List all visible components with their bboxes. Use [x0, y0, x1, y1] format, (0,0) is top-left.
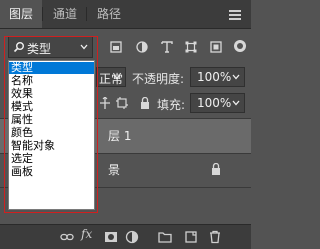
tab-channels[interactable]: 通道	[44, 0, 86, 28]
shape-layer-filter-icon[interactable]	[185, 41, 197, 53]
dropdown-option-selected[interactable]: 选定	[9, 153, 94, 165]
type-layer-filter-icon[interactable]	[161, 41, 173, 53]
smart-object-filter-icon[interactable]	[210, 41, 222, 53]
adjustment-layer-icon[interactable]	[125, 230, 139, 244]
filter-type-dropdown-list: 类型 名称 效果 模式 属性 颜色 智能对象 选定 画板	[8, 60, 95, 210]
dropdown-option-type[interactable]: 类型	[9, 62, 94, 74]
pixel-layer-filter-icon[interactable]	[110, 41, 122, 53]
layers-panel: 图层 通道 路径 类型 正常 不透明度: 100% 填充: 100% 层 1 景…	[0, 0, 251, 249]
tab-divider	[42, 7, 43, 21]
dropdown-option-mode[interactable]: 模式	[9, 101, 94, 113]
new-group-icon[interactable]	[158, 230, 172, 244]
filter-toggle-icon[interactable]	[233, 39, 247, 53]
blend-mode-select[interactable]: 正常	[96, 67, 126, 87]
lock-icon	[212, 163, 220, 175]
link-layers-icon[interactable]	[60, 230, 74, 244]
layer-name[interactable]: 景	[108, 161, 120, 178]
add-mask-icon[interactable]	[104, 230, 118, 244]
tab-paths[interactable]: 路径	[88, 0, 130, 28]
chevron-down-icon	[232, 100, 240, 106]
dropdown-option-artboard[interactable]: 画板	[9, 166, 94, 178]
lock-position-icon[interactable]	[100, 97, 110, 109]
layers-bottom-bar: fx	[0, 224, 251, 249]
panel-tab-bar: 图层 通道 路径	[0, 0, 251, 29]
fill-value: 100%	[197, 96, 232, 110]
lock-all-icon[interactable]	[140, 97, 150, 109]
layer-name[interactable]: 层 1	[108, 127, 131, 144]
fx-icon[interactable]: fx	[81, 227, 92, 241]
delete-layer-icon[interactable]	[208, 230, 222, 244]
dropdown-option-name[interactable]: 名称	[9, 75, 94, 87]
tab-layers[interactable]: 图层	[0, 0, 42, 28]
opacity-label: 不透明度:	[132, 72, 185, 86]
fill-input[interactable]: 100%	[190, 93, 245, 113]
panel-menu-icon[interactable]	[229, 10, 241, 20]
adjustment-layer-filter-icon[interactable]	[136, 41, 148, 53]
chevron-down-icon	[113, 74, 121, 80]
opacity-input[interactable]: 100%	[190, 67, 245, 87]
new-layer-icon[interactable]	[184, 230, 198, 244]
tab-divider	[86, 7, 87, 21]
chevron-down-icon	[232, 74, 240, 80]
fill-label: 填充:	[157, 98, 186, 112]
dropdown-option-effect[interactable]: 效果	[9, 88, 94, 100]
dropdown-option-attribute[interactable]: 属性	[9, 114, 94, 126]
lock-artboard-icon[interactable]	[116, 97, 128, 109]
dropdown-option-smart-object[interactable]: 智能对象	[9, 140, 94, 152]
dropdown-option-color[interactable]: 颜色	[9, 127, 94, 139]
opacity-value: 100%	[197, 70, 232, 84]
